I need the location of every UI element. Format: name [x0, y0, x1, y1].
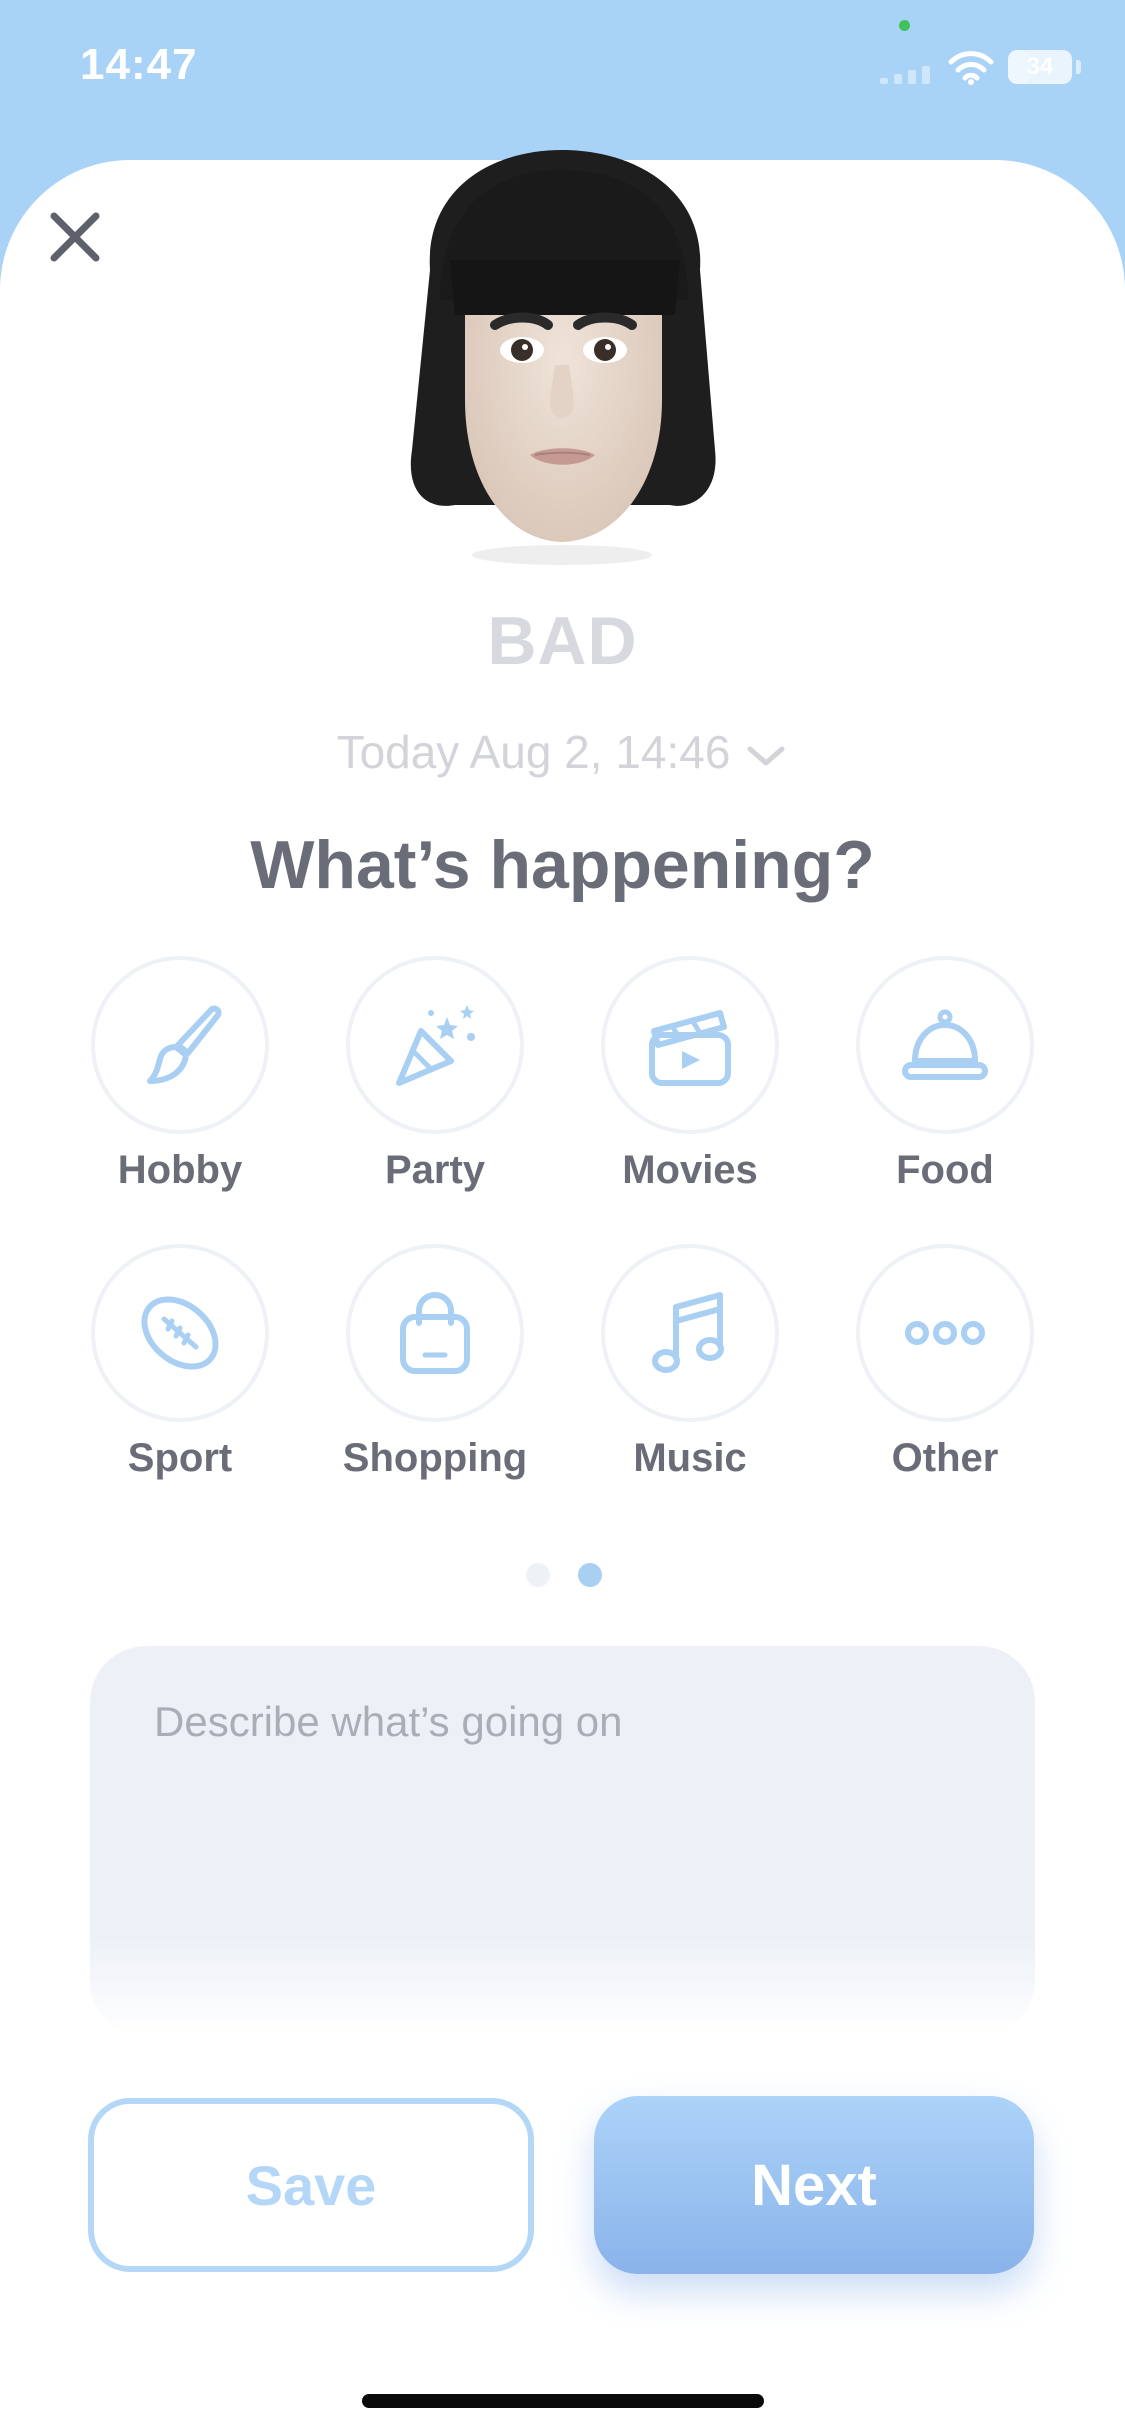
category-shopping[interactable]: Shopping — [335, 1244, 535, 1504]
category-icon-circle — [346, 1244, 524, 1422]
category-label: Sport — [127, 1436, 233, 1480]
chevron-down-icon — [747, 746, 785, 766]
page-dot-2[interactable] — [578, 1563, 602, 1587]
category-movies[interactable]: Movies — [590, 956, 790, 1216]
section-heading: What’s happening? — [250, 827, 875, 903]
status-bar: 14:47 34 — [0, 0, 1125, 140]
category-icon-circle — [601, 1244, 779, 1422]
category-icon-circle — [91, 1244, 269, 1422]
battery-percentage: 34 — [1026, 53, 1054, 80]
wifi-icon — [948, 51, 994, 85]
category-label: Food — [896, 1148, 994, 1192]
category-icon-circle — [856, 956, 1034, 1134]
category-icon-circle — [856, 1244, 1034, 1422]
category-icon-circle — [346, 956, 524, 1134]
cellular-signal-icon — [880, 66, 932, 84]
camera-indicator-dot — [899, 20, 910, 31]
category-other[interactable]: Other — [845, 1244, 1045, 1504]
mood-label: BAD — [487, 603, 638, 679]
screen: 14:47 34 BAD Today Aug 2, 14:46 What’s h… — [0, 0, 1125, 2436]
avatar — [410, 150, 716, 565]
shopping-bag-icon — [400, 1291, 470, 1374]
category-hobby[interactable]: Hobby — [80, 956, 280, 1216]
category-label: Other — [891, 1436, 999, 1480]
date-selector[interactable]: Today Aug 2, 14:46 — [0, 722, 1125, 782]
paintbrush-icon — [147, 1005, 222, 1084]
close-icon[interactable] — [38, 200, 112, 274]
category-music[interactable]: Music — [590, 1244, 790, 1504]
category-sport[interactable]: Sport — [80, 1244, 280, 1504]
party-popper-icon — [396, 1005, 475, 1086]
category-label: Shopping — [342, 1436, 528, 1480]
battery-cap — [1076, 60, 1081, 74]
entry-date: Today Aug 2, 14:46 — [336, 726, 731, 778]
save-button[interactable]: Save — [88, 2098, 534, 2272]
category-icon-circle — [91, 956, 269, 1134]
category-label: Party — [384, 1148, 486, 1192]
football-icon — [141, 1296, 219, 1370]
cloche-icon — [902, 1009, 988, 1080]
music-note-icon — [652, 1292, 724, 1373]
category-label: Movies — [622, 1148, 758, 1192]
more-icon — [905, 1321, 985, 1345]
battery-icon: 34 — [1008, 50, 1072, 84]
category-party[interactable]: Party — [335, 956, 535, 1216]
next-button[interactable]: Next — [594, 2096, 1034, 2274]
category-food[interactable]: Food — [845, 956, 1045, 1216]
category-label: Hobby — [117, 1148, 243, 1192]
description-placeholder: Describe what’s going on — [154, 1698, 623, 1745]
page-dot-1[interactable] — [526, 1563, 550, 1587]
description-input[interactable]: Describe what’s going on — [90, 1646, 1035, 2036]
clapperboard-icon — [649, 1010, 731, 1086]
category-label: Music — [633, 1436, 747, 1480]
status-time: 14:47 — [80, 40, 198, 89]
category-icon-circle — [601, 956, 779, 1134]
home-indicator[interactable] — [362, 2394, 764, 2408]
